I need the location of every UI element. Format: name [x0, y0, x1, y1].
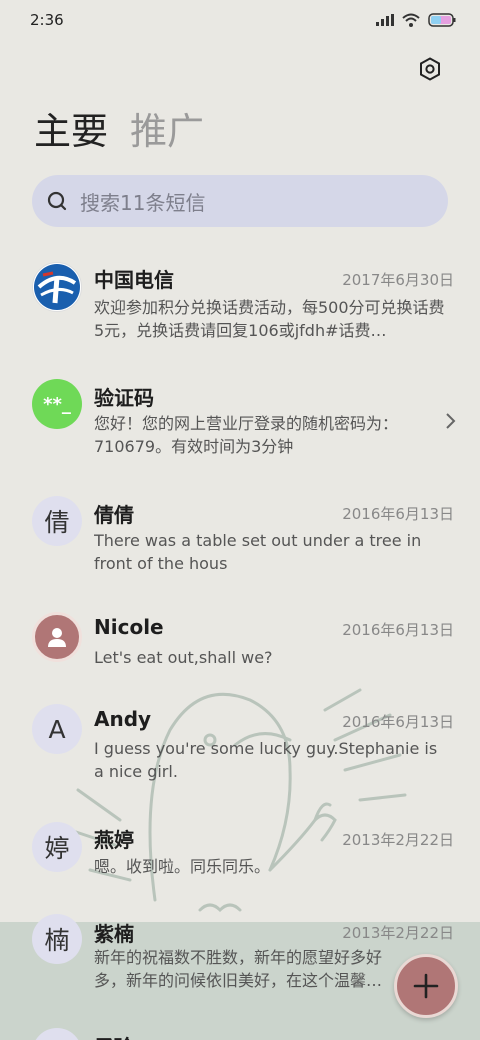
- conversation-date: 2016年6月13日: [342, 713, 454, 731]
- verification-avatar: **_: [32, 379, 82, 429]
- china-telecom-logo-avatar: [32, 262, 82, 312]
- conversation-preview: 欢迎参加积分兑换话费活动，每500分可兑换话费5元，兑换话费请回复106或jfd…: [94, 298, 445, 340]
- conversation-item[interactable]: Nicole 2016年6月13日 Let's eat out,shall we…: [0, 612, 480, 692]
- settings-icon: [420, 57, 440, 81]
- conversation-item[interactable]: A Andy 2016年6月13日 I guess you're some lu…: [0, 704, 480, 804]
- conversation-item[interactable]: 婷 燕婷 2013年2月22日 嗯。收到啦。同乐同乐。: [0, 822, 480, 902]
- tab-promotions[interactable]: 推广: [130, 108, 204, 156]
- tab-primary[interactable]: 主要: [34, 108, 108, 156]
- conversation-date: 2013年2月22日: [342, 831, 454, 849]
- status-time: 2:36: [30, 11, 64, 29]
- contact-avatar-letter: A: [48, 714, 66, 744]
- conversation-item[interactable]: 中国电信 2017年6月30日 欢迎参加积分兑换话费活动，每500分可兑换话费5…: [0, 260, 480, 360]
- conversation-name: 子玲: [94, 1031, 134, 1040]
- contact-avatar-letter: 倩: [44, 508, 70, 537]
- chevron-right-icon[interactable]: [444, 412, 456, 430]
- wifi-icon: [402, 13, 420, 27]
- status-bar: 2:36: [0, 0, 480, 40]
- contact-avatar: 楠: [32, 914, 82, 964]
- conversation-name: Andy: [94, 707, 152, 731]
- search-placeholder: 搜索11条短信: [80, 190, 206, 215]
- conversation-item[interactable]: 玲 子玲: [0, 1028, 480, 1040]
- contact-avatar: 玲: [32, 1028, 82, 1040]
- contact-avatar-letter: 玲: [44, 1035, 69, 1040]
- conversation-name: 中国电信: [94, 268, 174, 292]
- conversation-preview: I guess you're some lucky guy.Stephanie …: [94, 739, 438, 781]
- verification-avatar-text: **_: [43, 393, 71, 415]
- contact-avatar: A: [32, 704, 82, 754]
- settings-button[interactable]: [413, 52, 447, 86]
- conversation-name: 紫楠: [94, 922, 134, 946]
- contact-avatar-letter: 楠: [44, 926, 70, 955]
- conversation-date: 2013年2月22日: [342, 924, 454, 942]
- conversation-date: 2016年6月13日: [342, 505, 454, 523]
- conversation-name: 倩倩: [94, 503, 134, 527]
- conversation-item[interactable]: **_ 验证码 您好！您的网上营业厅登录的随机密码为：710679。有效时间为3…: [0, 378, 480, 478]
- conversation-preview: There was a table set out under a tree i…: [94, 531, 422, 573]
- conversation-name: Nicole: [94, 615, 164, 639]
- battery-icon: [428, 13, 456, 27]
- conversation-preview: 嗯。收到啦。同乐同乐。: [94, 857, 271, 876]
- person-icon: [48, 628, 66, 647]
- contact-avatar: [32, 612, 82, 662]
- conversation-date: 2017年6月30日: [342, 271, 454, 289]
- conversation-date: 2016年6月13日: [342, 621, 454, 639]
- conversation-preview: 新年的祝福数不胜数，新年的愿望好多好多，新年的问候依旧美好，在这个温馨的时刻: [94, 948, 383, 990]
- plus-icon: [413, 973, 439, 999]
- contact-avatar-letter: 婷: [44, 834, 70, 863]
- tab-bar: 主要 推广: [34, 108, 204, 156]
- china-telecom-logo-icon: [34, 264, 80, 310]
- conversation-preview: 您好！您的网上营业厅登录的随机密码为：710679。有效时间为3分钟: [94, 414, 399, 456]
- conversation-preview: Let's eat out,shall we?: [94, 648, 273, 667]
- search-bar[interactable]: 搜索11条短信: [32, 175, 448, 227]
- signal-icon: [376, 14, 394, 26]
- conversation-item[interactable]: 倩 倩倩 2016年6月13日 There was a table set ou…: [0, 496, 480, 596]
- status-icons: [376, 13, 456, 27]
- conversation-name: 燕婷: [94, 828, 134, 852]
- conversation-name: 验证码: [94, 386, 154, 410]
- new-message-button[interactable]: [394, 954, 458, 1018]
- contact-avatar: 婷: [32, 822, 82, 872]
- contact-avatar: 倩: [32, 496, 82, 546]
- search-icon: [47, 191, 67, 211]
